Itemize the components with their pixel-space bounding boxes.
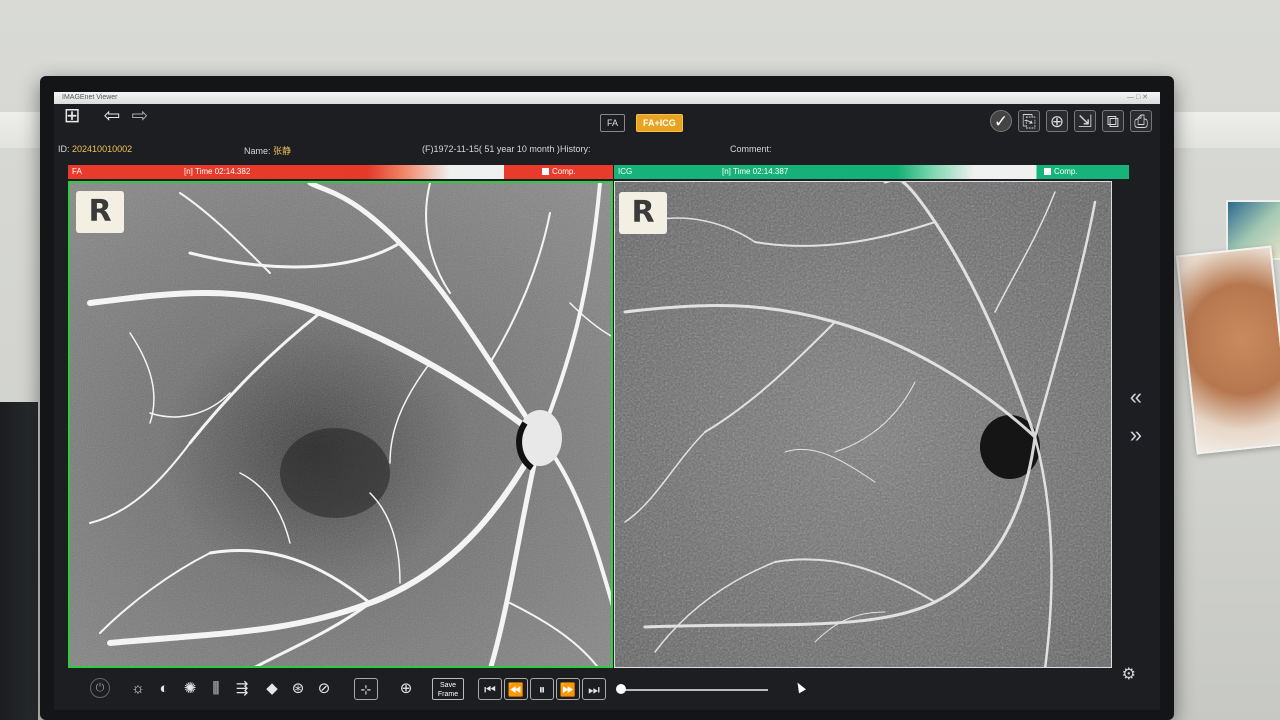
chevron-double-left-icon[interactable]: « (1130, 384, 1142, 410)
icg-panel: ICG [n] Time 02:14.387 Comp. R (614, 165, 1129, 668)
patient-dob: (F)1972-11-15( 51 year 10 month ) (422, 144, 560, 154)
window-controls[interactable]: — □ ✕ (1127, 92, 1148, 104)
fa-header: FA [n] Time 02:14.382 Comp. (68, 165, 613, 179)
export-icon[interactable]: ⎘ (1018, 110, 1040, 132)
save-frame-line2: Frame (437, 691, 459, 698)
history-label: History: (560, 144, 591, 154)
fa-angiogram-image (70, 183, 611, 666)
icg-header: ICG [n] Time 02:14.387 Comp. (614, 165, 1129, 179)
pause-icon[interactable]: ⏸ (530, 678, 554, 700)
main-toolbar: ⊞ ⇦ ⇨ FA FA+ICG ✓ ⎘ ⊕ ⇲ ⧉ ⎙ (54, 104, 1160, 134)
crosshair-icon[interactable]: ⊕ (394, 678, 418, 700)
mode-fa-icg-button[interactable]: FA+ICG (636, 114, 683, 132)
check-icon[interactable]: ✓ (990, 110, 1012, 132)
app-screen: IMAGEnet Viewer — □ ✕ ⊞ ⇦ ⇨ FA FA+ICG ✓ … (54, 92, 1160, 710)
fa-eye-label: R (76, 191, 124, 233)
comment-label: Comment: (730, 144, 772, 154)
compare-icon[interactable]: ⧉ (1102, 110, 1124, 132)
icg-comp-label: Comp. (1054, 167, 1078, 176)
arrow-right-icon[interactable]: ⇨ (126, 104, 154, 128)
fit-screen-icon[interactable]: ⊹ (354, 678, 378, 700)
step-forward-icon[interactable]: ⏩ (556, 678, 580, 700)
playback-controls: ⏻ ☼ ◐ ✺ ⫼ ⇶ ◆ ⊛ ⊘ ⊹ ⊕ Save Frame ⏮ ⏪ ⏸ ⏩… (54, 666, 1160, 704)
icg-eye-label: R (619, 192, 667, 234)
mode-fa-button[interactable]: FA (600, 114, 626, 132)
equalize-icon[interactable]: ⫼ (204, 678, 228, 700)
seek-handle[interactable] (616, 684, 626, 694)
step-back-icon[interactable]: ⏪ (504, 678, 528, 700)
gear-icon[interactable]: ⚙ (1122, 664, 1136, 684)
save-frame-line1: Save (440, 682, 456, 689)
icg-comp-toggle[interactable]: Comp. (1044, 165, 1078, 179)
import-icon[interactable]: ⇲ (1074, 110, 1096, 132)
window-titlebar: IMAGEnet Viewer — □ ✕ (54, 92, 1160, 104)
window-title: IMAGEnet Viewer (62, 94, 118, 101)
skip-back-icon[interactable]: ⏮ (478, 678, 502, 700)
icg-image-viewport[interactable]: R (614, 181, 1112, 668)
chevron-double-right-icon[interactable]: » (1130, 422, 1142, 448)
zoom-icon[interactable]: ⊘ (312, 678, 336, 700)
add-image-icon[interactable]: ⊕ (1046, 110, 1068, 132)
right-toolbar: ✓ ⎘ ⊕ ⇲ ⧉ ⎙ (990, 110, 1152, 132)
background-object (0, 402, 38, 720)
fa-modality-label: FA (72, 167, 82, 176)
adjust-icon[interactable]: ⇶ (230, 678, 254, 700)
save-frame-button[interactable]: Save Frame (432, 678, 464, 700)
fa-image-viewport[interactable]: R (68, 181, 613, 668)
icg-time-label: [n] Time 02:14.387 (722, 167, 789, 176)
power-icon[interactable]: ⏻ (90, 678, 110, 698)
fa-panel: FA [n] Time 02:14.382 Comp. R (68, 165, 613, 668)
brightness-icon[interactable]: ☼ (126, 678, 150, 700)
icg-modality-label: ICG (618, 167, 633, 176)
measure-icon[interactable]: ⊛ (286, 678, 310, 700)
fa-time-label: [n] Time 02:14.382 (184, 167, 251, 176)
patient-name-value: 张静 (273, 146, 292, 156)
patient-name: Name: 张静 (244, 144, 291, 157)
layout-grid-icon[interactable]: ⊞ (60, 104, 84, 128)
erase-icon[interactable]: ◆ (260, 678, 284, 700)
icg-angiogram-image (615, 182, 1111, 667)
seek-bar[interactable] (618, 689, 768, 691)
contrast-icon[interactable]: ◐ (152, 678, 176, 700)
patient-name-label: Name: (244, 146, 271, 156)
fa-comp-label: Comp. (552, 167, 576, 176)
skip-forward-icon[interactable]: ⏭ (582, 678, 606, 700)
fa-comp-toggle[interactable]: Comp. (542, 165, 576, 179)
print-icon[interactable]: ⎙ (1130, 110, 1152, 132)
wall-photo-fundus (1175, 245, 1280, 455)
patient-id: ID: 202410010002 (58, 144, 132, 154)
mouse-cursor (794, 680, 806, 694)
patient-id-label: ID: (58, 144, 70, 154)
arrow-left-icon[interactable]: ⇦ (98, 104, 126, 128)
sharpen-icon[interactable]: ✺ (178, 678, 202, 700)
patient-id-value: 202410010002 (72, 144, 133, 154)
